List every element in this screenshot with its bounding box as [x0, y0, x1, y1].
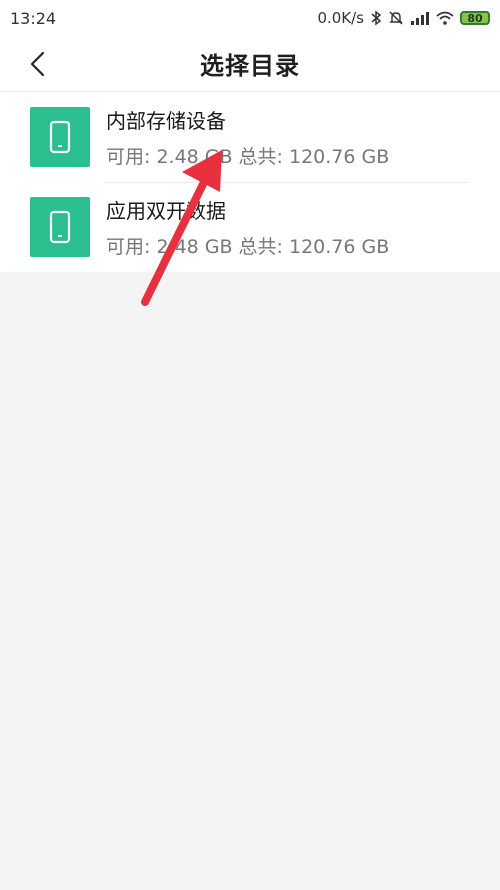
page-title: 选择目录 — [200, 52, 300, 80]
bluetooth-icon — [371, 10, 382, 26]
phone-storage-icon — [30, 197, 90, 257]
phone-storage-icon — [30, 107, 90, 167]
list-item-text: 应用双开数据 可用: 2.48 GB 总共: 120.76 GB — [106, 195, 389, 259]
status-icons: 0.0K/s 80 — [317, 9, 490, 27]
storage-info: 可用: 2.48 GB 总共: 120.76 GB — [106, 142, 389, 169]
network-speed: 0.0K/s — [317, 9, 364, 27]
list-item-title: 内部存储设备 — [106, 109, 226, 133]
available-space: 可用: 2.48 GB — [106, 146, 233, 168]
list-item-internal-storage[interactable]: 内部存储设备 可用: 2.48 GB 总共: 120.76 GB — [0, 92, 500, 182]
list-item-dual-app-data[interactable]: 应用双开数据 可用: 2.48 GB 总共: 120.76 GB — [0, 182, 500, 272]
available-space: 可用: 2.48 GB — [106, 236, 233, 258]
total-space: 总共: 120.76 GB — [238, 236, 390, 258]
battery-icon: 80 — [460, 11, 490, 25]
storage-list: 内部存储设备 可用: 2.48 GB 总共: 120.76 GB 应用双开数据 … — [0, 92, 500, 272]
wifi-icon — [436, 11, 454, 25]
battery-level: 80 — [467, 11, 483, 25]
chevron-left-icon — [30, 51, 45, 77]
list-item-title: 应用双开数据 — [106, 199, 226, 223]
signal-icon — [411, 12, 429, 25]
storage-info: 可用: 2.48 GB 总共: 120.76 GB — [106, 232, 389, 259]
list-item-text: 内部存储设备 可用: 2.48 GB 总共: 120.76 GB — [106, 105, 389, 169]
total-space: 总共: 120.76 GB — [238, 146, 390, 168]
app-bar: 选择目录 — [0, 36, 500, 92]
back-button[interactable] — [18, 44, 58, 84]
status-time: 13:24 — [10, 8, 57, 28]
status-bar: 13:24 0.0K/s 80 — [0, 0, 500, 36]
mute-icon — [389, 11, 403, 25]
